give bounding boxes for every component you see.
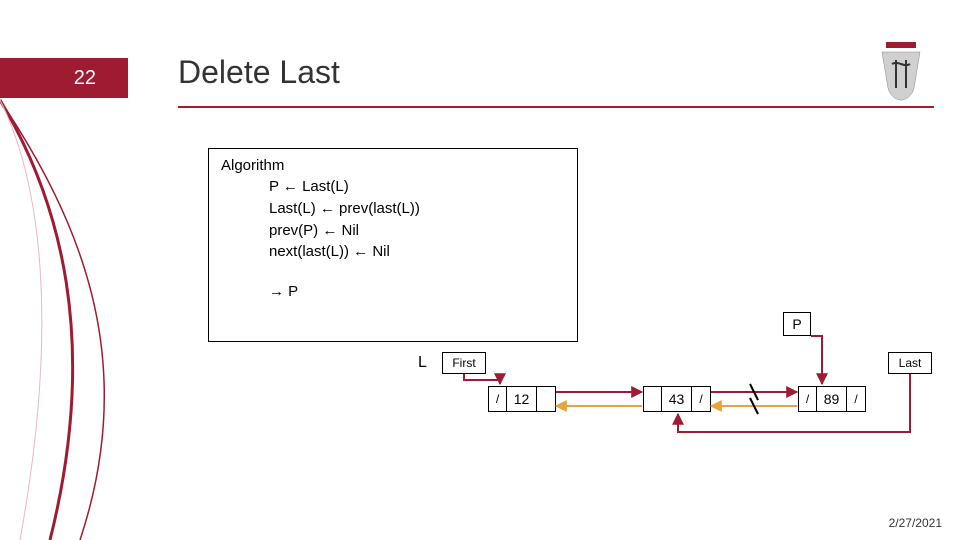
- node-prev: /: [489, 387, 507, 411]
- node-value: 12: [507, 387, 537, 411]
- linked-list-diagram: P L First Last / 12 43 / / 89 /: [418, 312, 938, 432]
- page-number-badge: 22: [0, 58, 128, 98]
- node-prev: [644, 387, 662, 411]
- first-pointer-box: First: [442, 352, 486, 374]
- list-node-3: / 89 /: [798, 386, 866, 412]
- node-value: 89: [817, 387, 847, 411]
- list-node-2: 43 /: [643, 386, 711, 412]
- footer-date: 2/27/2021: [889, 516, 942, 530]
- last-pointer-box: Last: [888, 352, 932, 374]
- pointer-p-label: P: [792, 316, 801, 332]
- page-number: 22: [74, 67, 96, 90]
- algorithm-line-3: prev(P) ← Nil: [269, 220, 565, 242]
- list-l-label: L: [418, 354, 427, 372]
- node-next: /: [692, 387, 710, 411]
- algorithm-heading: Algorithm: [221, 157, 565, 174]
- algorithm-line-4: next(last(L)) ← Nil: [269, 241, 565, 263]
- node-next: [537, 387, 555, 411]
- last-label: Last: [899, 356, 922, 370]
- first-label: First: [452, 356, 475, 370]
- algorithm-line-1: P ← Last(L): [269, 176, 565, 198]
- title-underline: [178, 106, 934, 108]
- algorithm-return: → P: [269, 283, 565, 300]
- pointer-p-box: P: [783, 312, 811, 336]
- algorithm-line-2: Last(L) ← prev(last(L)): [269, 198, 565, 220]
- page-title: Delete Last: [178, 54, 340, 91]
- institution-logo: [876, 40, 926, 102]
- diagram-arrows: [418, 312, 938, 452]
- node-next: /: [847, 387, 865, 411]
- node-value: 43: [662, 387, 692, 411]
- node-prev: /: [799, 387, 817, 411]
- list-node-1: / 12: [488, 386, 556, 412]
